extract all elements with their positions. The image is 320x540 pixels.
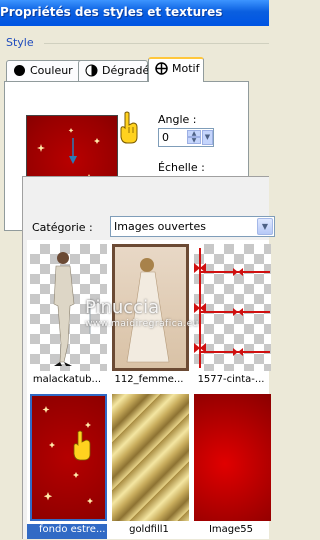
spin-down-icon[interactable]: ▼ [187,137,201,144]
spin-up-icon[interactable]: ▲ [187,130,201,137]
category-value: Images ouvertes [114,220,206,233]
pattern-grid: malackatub... 112_femme... 1577-cinta-..… [27,240,271,540]
category-select[interactable]: Images ouvertes ▼ [110,216,275,237]
angle-dropdown-button[interactable]: ▼ [202,130,213,145]
pattern-caption: 1577-cinta-... [197,374,265,385]
hand-pointer-icon [119,111,139,145]
category-label: Catégorie : [32,221,93,234]
angle-spinner[interactable]: ▲ ▼ [187,130,201,145]
angle-value: 0 [162,131,169,144]
pattern-item[interactable]: goldfill1 [109,390,189,540]
tab-couleur-label: Couleur [30,64,73,77]
circle-icon [13,64,26,77]
angle-label: Angle : [158,113,197,126]
tab-degrade[interactable]: Dégradé [78,60,150,81]
pattern-caption: 112_femme... [114,374,184,385]
tab-motif[interactable]: Motif [148,57,204,82]
tab-motif-label: Motif [172,62,200,75]
window-title: Propriétés des styles et textures [0,5,223,19]
tab-couleur[interactable]: Couleur [6,60,84,81]
pattern-thumbnail [194,244,271,371]
pattern-thumbnail [112,394,189,521]
pattern-item[interactable]: fondo estre... [27,390,107,540]
pattern-thumbnail [30,394,107,521]
pattern-caption: fondo estre... [27,524,107,539]
pattern-caption: Image55 [208,524,254,535]
pattern-caption: goldfill1 [129,524,169,535]
pattern-caption: malackatub... [32,374,102,385]
angle-field[interactable]: 0 ▲ ▼ ▼ [158,128,214,147]
chevron-down-icon[interactable]: ▼ [257,218,273,235]
title-bar: Propriétés des styles et textures [0,0,269,26]
pattern-item[interactable]: malackatub... [27,240,107,390]
half-circle-icon [85,64,98,77]
pattern-icon [155,62,168,75]
pattern-thumbnail [194,394,271,521]
pattern-thumbnail [30,244,107,371]
scale-label: Échelle : [158,161,205,174]
pattern-item[interactable]: 1577-cinta-... [191,240,271,390]
tab-degrade-label: Dégradé [102,64,150,77]
pattern-thumbnail [112,244,189,371]
pattern-item[interactable]: 112_femme... [109,240,189,390]
pattern-item[interactable]: Image55 [191,390,271,540]
style-group-label: Style [6,36,34,49]
group-divider [44,43,269,44]
